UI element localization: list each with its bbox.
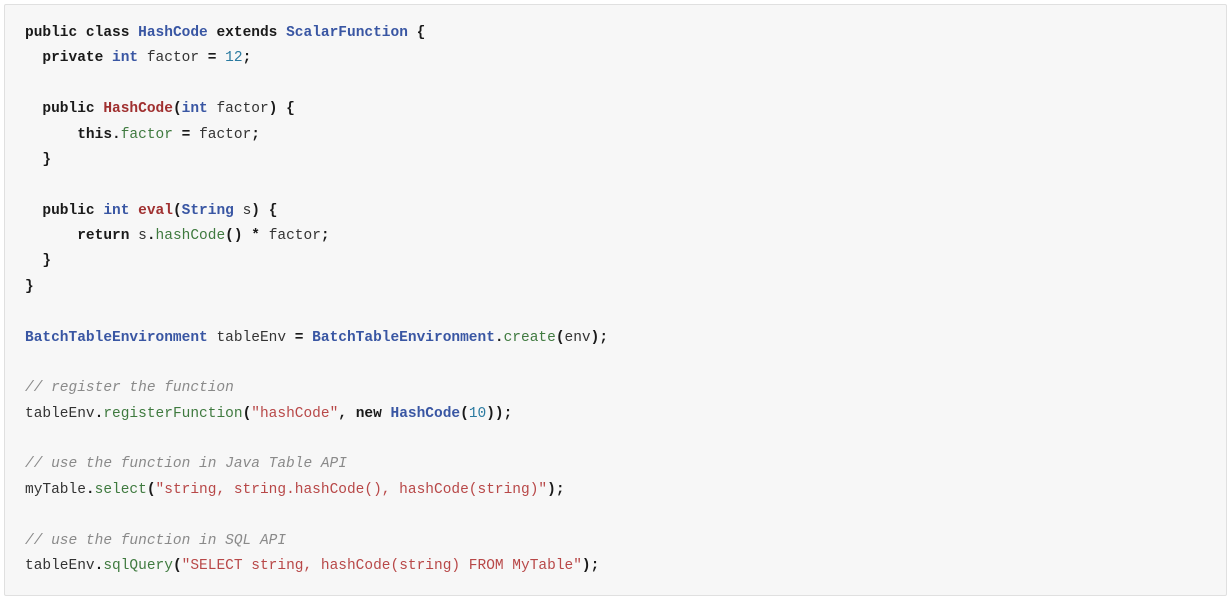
identifier: tableEnv xyxy=(25,558,95,574)
code-line: // register the function xyxy=(25,380,234,396)
code-line: tableEnv.registerFunction("hashCode", ne… xyxy=(25,406,512,422)
type-scalarfunction: ScalarFunction xyxy=(286,25,408,41)
identifier: tableEnv xyxy=(216,330,286,346)
identifier: tableEnv xyxy=(25,406,95,422)
parens: () xyxy=(225,228,242,244)
field-factor: factor xyxy=(121,127,173,143)
paren-open: ( xyxy=(460,406,469,422)
code-line: BatchTableEnvironment tableEnv = BatchTa… xyxy=(25,330,608,346)
comment: // register the function xyxy=(25,380,234,396)
paren-open: ( xyxy=(147,482,156,498)
identifier: s xyxy=(138,228,147,244)
keyword-this: this xyxy=(77,127,112,143)
brace-close: } xyxy=(25,279,34,295)
string-literal: "string, string.hashCode(), hashCode(str… xyxy=(156,482,548,498)
paren-close-semi: ); xyxy=(547,482,564,498)
identifier: factor xyxy=(199,127,251,143)
brace-open: { xyxy=(286,101,295,117)
type-int: int xyxy=(103,203,129,219)
code-line: } xyxy=(25,253,51,269)
type-hashcode: HashCode xyxy=(138,25,208,41)
brace-open: { xyxy=(417,25,426,41)
param: factor xyxy=(216,101,268,117)
brace-close: } xyxy=(42,253,51,269)
semicolon: ; xyxy=(251,127,260,143)
dot: . xyxy=(147,228,156,244)
code-line: // use the function in Java Table API xyxy=(25,456,347,472)
type-batchtableenvironment: BatchTableEnvironment xyxy=(25,330,208,346)
comma: , xyxy=(338,406,347,422)
code-line: } xyxy=(25,279,34,295)
identifier: env xyxy=(565,330,591,346)
type-string: String xyxy=(182,203,234,219)
number-literal: 12 xyxy=(225,50,242,66)
identifier: factor xyxy=(269,228,321,244)
dot: . xyxy=(86,482,95,498)
method-call: hashCode xyxy=(156,228,226,244)
method-call: create xyxy=(504,330,556,346)
code-line: public HashCode(int factor) { xyxy=(25,101,295,117)
paren-open: ( xyxy=(173,558,182,574)
code-line: public int eval(String s) { xyxy=(25,203,277,219)
paren-close: ) xyxy=(269,101,278,117)
keyword-new: new xyxy=(356,406,382,422)
keyword-private: private xyxy=(42,50,103,66)
keyword-extends: extends xyxy=(216,25,277,41)
code-line: public class HashCode extends ScalarFunc… xyxy=(25,25,425,41)
method-name: eval xyxy=(138,203,173,219)
code-line: this.factor = factor; xyxy=(25,127,260,143)
type-batchtableenvironment: BatchTableEnvironment xyxy=(312,330,495,346)
paren-close: ) xyxy=(251,203,260,219)
semicolon: ; xyxy=(243,50,252,66)
operator: * xyxy=(251,228,260,244)
identifier: factor xyxy=(147,50,199,66)
identifier: myTable xyxy=(25,482,86,498)
code-line: // use the function in SQL API xyxy=(25,533,286,549)
string-literal: "hashCode" xyxy=(251,406,338,422)
paren-close-semi: ); xyxy=(582,558,599,574)
brace-close: } xyxy=(42,152,51,168)
code-block: public class HashCode extends ScalarFunc… xyxy=(4,4,1227,596)
string-literal: "SELECT string, hashCode(string) FROM My… xyxy=(182,558,582,574)
code-line: tableEnv.sqlQuery("SELECT string, hashCo… xyxy=(25,558,599,574)
comment: // use the function in Java Table API xyxy=(25,456,347,472)
type-int: int xyxy=(112,50,138,66)
comment: // use the function in SQL API xyxy=(25,533,286,549)
paren-close-semi: )); xyxy=(486,406,512,422)
semicolon: ; xyxy=(321,228,330,244)
param: s xyxy=(243,203,252,219)
keyword-public: public xyxy=(25,25,77,41)
paren-open: ( xyxy=(243,406,252,422)
code-line: } xyxy=(25,152,51,168)
brace-open: { xyxy=(269,203,278,219)
equals: = xyxy=(208,50,217,66)
keyword-public: public xyxy=(42,203,94,219)
code-line: private int factor = 12; xyxy=(25,50,251,66)
constructor-name: HashCode xyxy=(103,101,173,117)
dot: . xyxy=(112,127,121,143)
equals: = xyxy=(295,330,304,346)
paren-close-semi: ); xyxy=(591,330,608,346)
equals: = xyxy=(182,127,191,143)
keyword-public: public xyxy=(42,101,94,117)
method-call: sqlQuery xyxy=(103,558,173,574)
paren-open: ( xyxy=(173,203,182,219)
paren-open: ( xyxy=(556,330,565,346)
type-hashcode: HashCode xyxy=(391,406,461,422)
code-line: return s.hashCode() * factor; xyxy=(25,228,330,244)
type-int: int xyxy=(182,101,208,117)
method-call: select xyxy=(95,482,147,498)
keyword-class: class xyxy=(86,25,130,41)
dot: . xyxy=(495,330,504,346)
keyword-return: return xyxy=(77,228,129,244)
method-call: registerFunction xyxy=(103,406,242,422)
number-literal: 10 xyxy=(469,406,486,422)
paren-open: ( xyxy=(173,101,182,117)
code-line: myTable.select("string, string.hashCode(… xyxy=(25,482,565,498)
